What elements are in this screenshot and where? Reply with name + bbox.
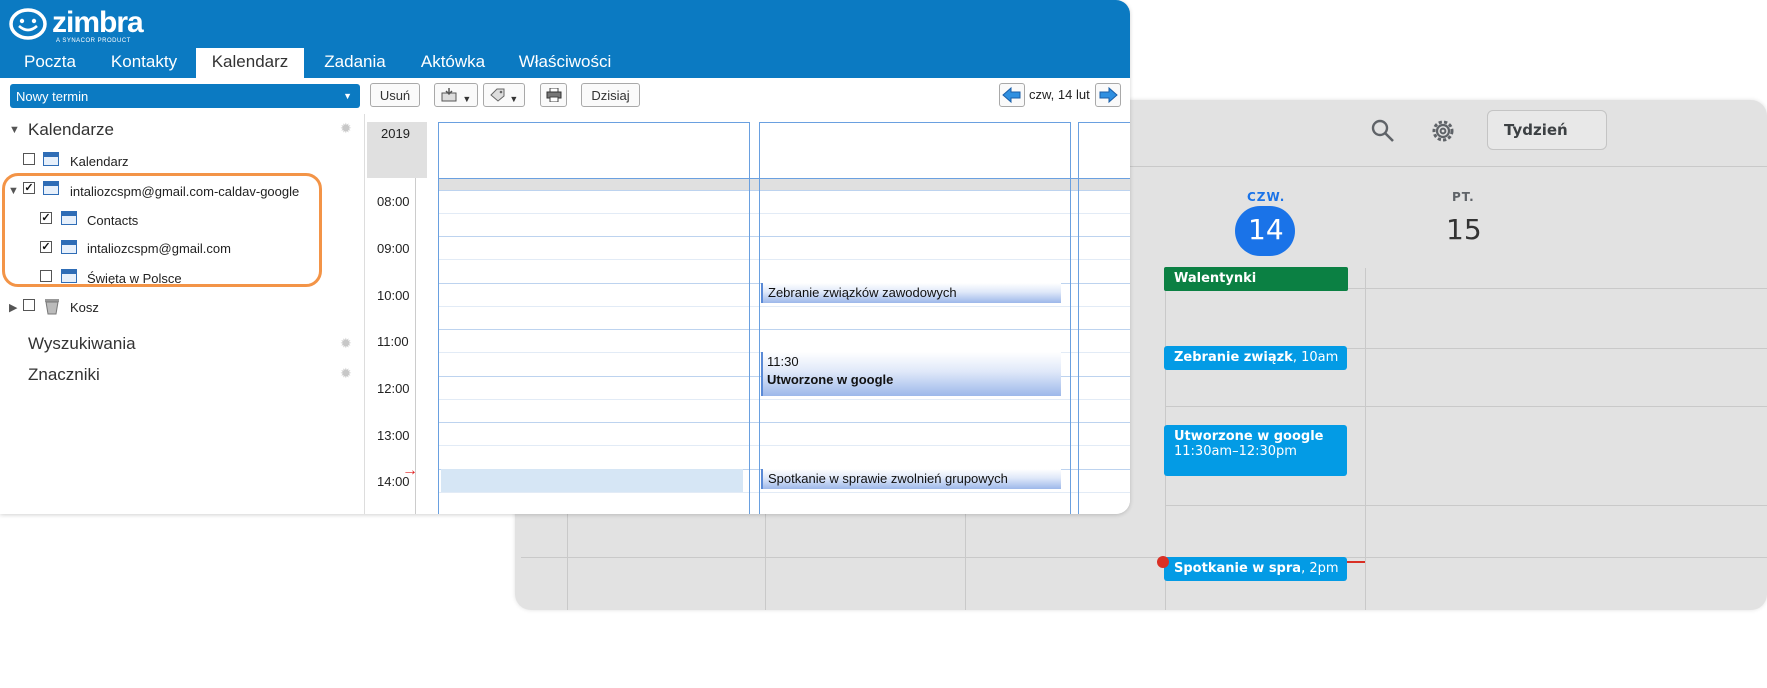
current-time-arrow-icon: → bbox=[402, 462, 418, 479]
week-view-button[interactable]: Tydzień bbox=[1487, 110, 1607, 150]
grid-line bbox=[521, 557, 1767, 558]
event-title: Spotkanie w sprawie zwolnień grupowych bbox=[768, 471, 1008, 486]
move-icon bbox=[441, 88, 463, 105]
logo-wordmark: zimbra bbox=[52, 6, 144, 39]
gcal-event-time: , 2pm bbox=[1301, 561, 1339, 576]
gcal-event-title: Zebranie związk bbox=[1174, 350, 1293, 365]
tab-briefcase[interactable]: Aktówka bbox=[410, 48, 496, 78]
gcal-event-title: Spotkanie w spra bbox=[1174, 561, 1302, 576]
triangle-right-icon[interactable]: ▶ bbox=[9, 301, 17, 314]
delete-button[interactable]: Usuń bbox=[370, 83, 420, 107]
grid-line bbox=[567, 514, 568, 610]
hour-label: 11:00 bbox=[377, 334, 409, 349]
app-header: zimbra A SYNACOR PRODUCT Poczta Kontakty… bbox=[0, 0, 1130, 78]
day-name-fri: PT. bbox=[1452, 190, 1475, 204]
new-appointment-button[interactable]: Nowy termin ▼ bbox=[10, 84, 360, 108]
event-title: Zebranie związków zawodowych bbox=[768, 285, 957, 300]
grid-line bbox=[765, 514, 766, 610]
grid-line bbox=[965, 514, 966, 610]
tab-contacts[interactable]: Kontakty bbox=[100, 48, 188, 78]
gcal-event-time: 11:30am–12:30pm bbox=[1174, 444, 1297, 459]
gcal-event-time: , 10am bbox=[1292, 350, 1339, 365]
gcal-event[interactable]: Spotkanie w spra, 2pm bbox=[1164, 557, 1347, 581]
calendar-item-kalendarz[interactable]: Kalendarz bbox=[70, 154, 129, 169]
hour-label: 09:00 bbox=[377, 241, 410, 256]
arrow-right-icon bbox=[1096, 86, 1120, 110]
next-week-button[interactable] bbox=[1095, 83, 1121, 107]
tag-icon bbox=[489, 88, 510, 105]
day-number-fri[interactable]: 15 bbox=[1446, 213, 1482, 246]
tab-tasks[interactable]: Zadania bbox=[314, 48, 396, 78]
event-time: 11:30 bbox=[767, 354, 799, 369]
tab-preferences[interactable]: Właściwości bbox=[510, 48, 620, 78]
gear-icon[interactable]: ✹ bbox=[340, 335, 352, 352]
selected-slot[interactable] bbox=[441, 469, 743, 492]
day-column-thu[interactable] bbox=[759, 122, 1071, 514]
trash-icon bbox=[43, 297, 61, 320]
gcal-event-title: Utworzone w google bbox=[1174, 429, 1324, 444]
calendar-icon bbox=[43, 152, 59, 166]
chevron-down-icon: ▼ bbox=[509, 94, 519, 104]
tag-menu-button[interactable]: ▼ bbox=[483, 83, 525, 107]
previous-week-button[interactable] bbox=[999, 83, 1025, 107]
chevron-down-icon: ▼ bbox=[462, 94, 472, 104]
day-number-thu[interactable]: 14 bbox=[1248, 213, 1284, 246]
print-icon bbox=[546, 87, 562, 105]
hour-label: 10:00 bbox=[377, 288, 410, 303]
year-label: 2019 bbox=[381, 126, 410, 141]
chevron-down-icon[interactable]: ▼ bbox=[343, 91, 352, 101]
search-icon[interactable] bbox=[1370, 118, 1396, 148]
tab-mail[interactable]: Poczta bbox=[8, 48, 92, 78]
zimbra-face-icon bbox=[9, 8, 47, 40]
calendars-header[interactable]: Kalendarze bbox=[28, 120, 114, 140]
checkbox[interactable] bbox=[23, 299, 35, 311]
searches-header[interactable]: Wyszukiwania bbox=[28, 334, 136, 354]
hour-label: 13:00 bbox=[377, 428, 410, 443]
calendar-grid: 2019 08:00 09:00 10:00 11:00 12:00 13:00… bbox=[365, 114, 1130, 514]
current-time-dot bbox=[1157, 556, 1169, 568]
tab-calendar[interactable]: Kalendarz bbox=[196, 48, 304, 78]
gear-icon[interactable] bbox=[1429, 117, 1457, 149]
toolbar: Nowy termin ▼ Usuń ▼ ▼ Dzisiaj czw, 14 l… bbox=[0, 78, 1130, 114]
grid-line bbox=[1165, 406, 1767, 407]
hour-label: 12:00 bbox=[377, 381, 410, 396]
day-name-thu: CZW. bbox=[1247, 190, 1286, 204]
gcal-event[interactable]: Walentynki bbox=[1164, 267, 1348, 291]
calendar-event[interactable]: Spotkanie w sprawie zwolnień grupowych bbox=[761, 469, 1061, 489]
arrow-left-icon bbox=[1000, 86, 1024, 110]
checkbox[interactable] bbox=[23, 153, 35, 165]
gear-icon[interactable]: ✹ bbox=[340, 120, 352, 137]
print-button[interactable] bbox=[540, 83, 567, 107]
grid-line bbox=[1365, 268, 1366, 610]
year-cell: 2019 bbox=[367, 122, 427, 178]
move-menu-button[interactable]: ▼ bbox=[434, 83, 478, 107]
calendar-item-trash[interactable]: Kosz bbox=[70, 300, 99, 315]
current-date-label: czw, 14 lut bbox=[1029, 87, 1090, 102]
gcal-event-title: Walentynki bbox=[1174, 271, 1257, 286]
gear-icon[interactable]: ✹ bbox=[340, 365, 352, 382]
calendar-event[interactable]: 11:30 Utworzone w google bbox=[761, 352, 1061, 396]
triangle-down-icon[interactable]: ▼ bbox=[9, 124, 20, 136]
logo-tagline: A SYNACOR PRODUCT bbox=[56, 38, 131, 44]
today-button[interactable]: Dzisiaj bbox=[581, 83, 640, 107]
tags-header[interactable]: Znaczniki bbox=[28, 365, 100, 385]
day-column-fri[interactable] bbox=[1078, 122, 1130, 514]
highlight-outline bbox=[2, 173, 322, 287]
day-column-wed[interactable] bbox=[438, 122, 750, 514]
zimbra-window: zimbra A SYNACOR PRODUCT Poczta Kontakty… bbox=[0, 0, 1130, 514]
gcal-event[interactable]: Zebranie związk, 10am bbox=[1164, 346, 1347, 370]
new-appointment-label: Nowy termin bbox=[16, 89, 89, 104]
current-time-line bbox=[1347, 561, 1365, 563]
hour-label: 08:00 bbox=[377, 194, 410, 209]
gcal-event[interactable]: Utworzone w google 11:30am–12:30pm bbox=[1164, 425, 1347, 476]
day-header-line bbox=[439, 178, 1130, 179]
calendar-event[interactable]: Zebranie związków zawodowych bbox=[761, 283, 1061, 303]
event-title: Utworzone w google bbox=[767, 372, 894, 387]
grid-line bbox=[1165, 505, 1767, 506]
